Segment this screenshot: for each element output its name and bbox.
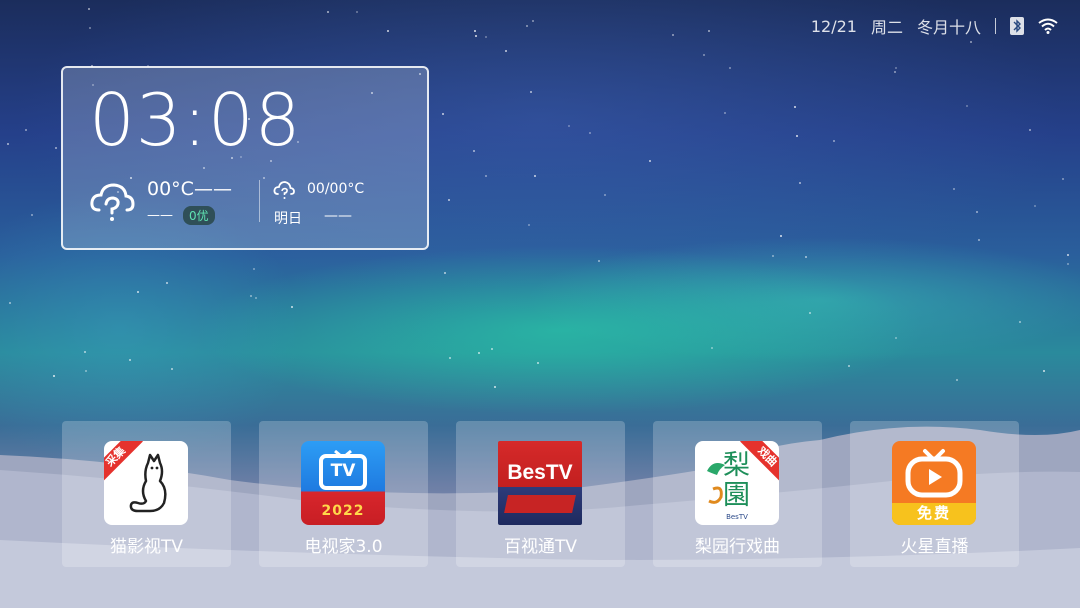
tomorrow-temperature: 00/00°C xyxy=(307,181,365,197)
app-tile-huoxing[interactable]: 免费 火星直播 xyxy=(850,421,1019,567)
decorative-banner xyxy=(504,495,576,513)
tile-text: TV xyxy=(330,461,356,481)
app-label: 火星直播 xyxy=(900,537,969,557)
tv-icon: TV 2022 xyxy=(301,441,385,525)
current-temperature: 00°C—— xyxy=(147,178,232,200)
clock-weather-widget[interactable]: 03:08 00°C—— —— 0优 00/00°C 明日 —— xyxy=(61,66,429,250)
app-label: 电视家3.0 xyxy=(304,537,383,557)
app-label: 猫影视TV xyxy=(109,537,183,557)
status-bar: 12/21 周二 冬月十八 xyxy=(811,14,1058,38)
cloud-unknown-icon xyxy=(90,183,135,221)
tile-text: 免费 xyxy=(916,504,951,522)
clock-time: 03:08 xyxy=(89,78,302,162)
bluetooth-icon xyxy=(1010,17,1024,35)
opera-icon: 戏曲 梨園 BesTV xyxy=(695,441,779,525)
tile-text: 梨園 xyxy=(723,450,750,511)
play-tv-icon: 免费 xyxy=(892,441,976,525)
app-tile-liyuanhang[interactable]: 戏曲 梨園 BesTV 梨园行戏曲 xyxy=(653,421,822,567)
tile-subtext: BesTV xyxy=(726,513,748,521)
wifi-icon xyxy=(1038,18,1058,34)
app-label: 百视通TV xyxy=(503,537,577,557)
app-tile-baishitong[interactable]: BesTV 百视通TV xyxy=(456,421,625,567)
app-tile-dianshijia[interactable]: TV 2022 电视家3.0 xyxy=(259,421,428,567)
tomorrow-label: 明日 xyxy=(274,211,302,227)
tomorrow-row: 明日 —— xyxy=(274,208,352,228)
current-weather-desc: —— xyxy=(147,208,173,223)
aqi-badge: 0优 xyxy=(183,206,215,225)
app-tile-maoyingshi[interactable]: 采集 猫影视TV xyxy=(62,421,231,567)
status-divider xyxy=(995,18,996,34)
lunar-date-text: 冬月十八 xyxy=(916,18,981,37)
tile-text: BesTV xyxy=(507,461,573,484)
weekday-text: 周二 xyxy=(870,18,903,37)
small-cloud-icon xyxy=(273,181,295,199)
year-text: 2022 xyxy=(321,503,365,519)
app-label: 梨园行戏曲 xyxy=(695,537,780,557)
tomorrow-weather-desc: —— xyxy=(324,208,352,224)
cat-icon: 采集 xyxy=(104,441,188,525)
bestv-icon: BesTV xyxy=(498,441,582,525)
weather-divider xyxy=(259,180,260,222)
date-text: 12/21 xyxy=(810,16,857,36)
app-shortcut-row: 采集 猫影视TV TV 2022 电视家3.0 BesTV 百视通TV 戏曲 梨… xyxy=(62,421,1019,567)
current-weather-row: —— 0优 xyxy=(147,206,215,225)
